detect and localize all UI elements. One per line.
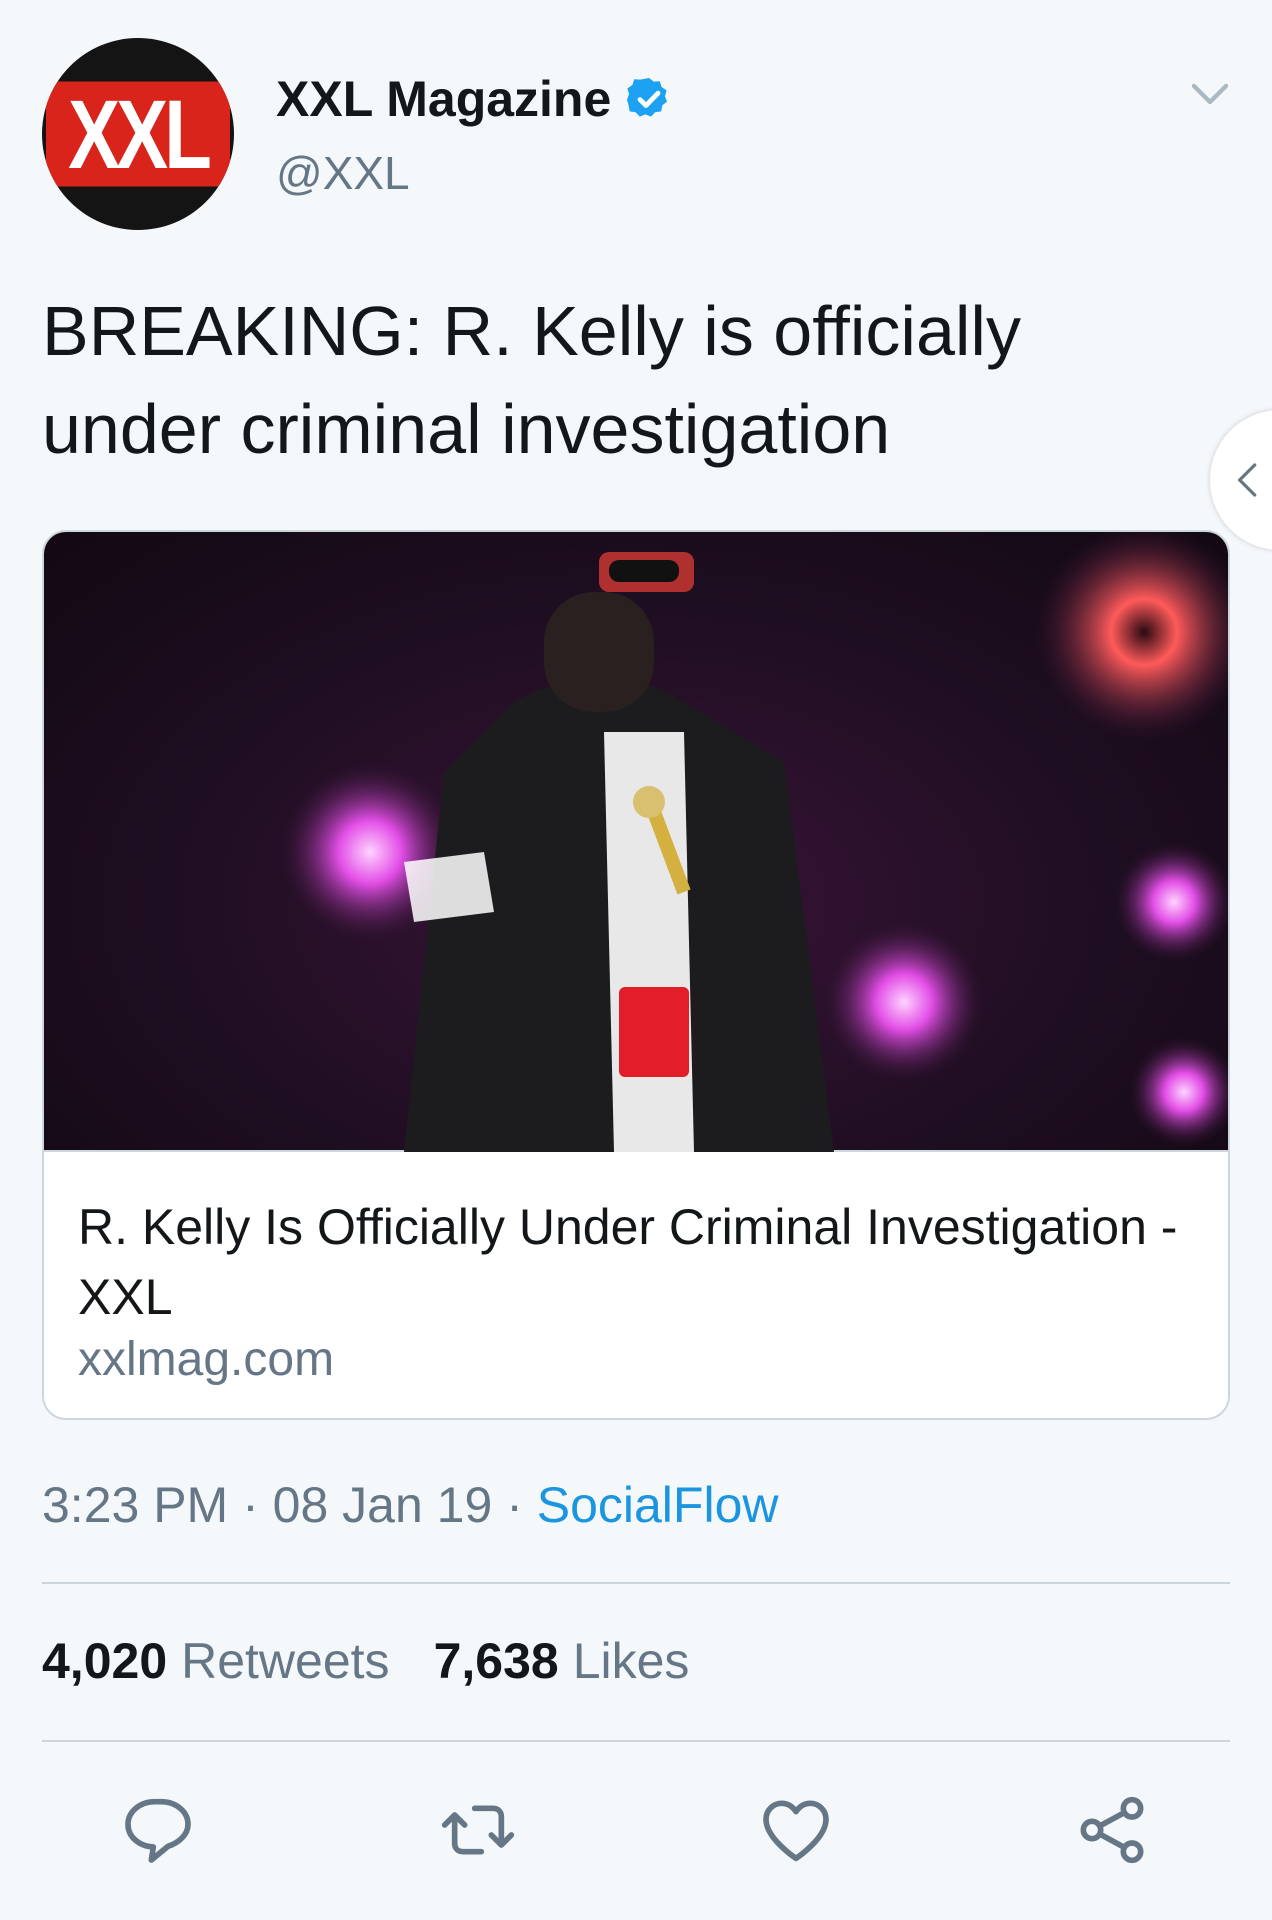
- share-icon[interactable]: [1072, 1790, 1152, 1870]
- avatar-logo: XXL: [46, 81, 230, 187]
- reply-icon[interactable]: [118, 1790, 198, 1870]
- avatar[interactable]: XXL: [42, 38, 234, 230]
- retweets-stat[interactable]: 4,020 Retweets: [42, 1632, 390, 1690]
- action-bar: [0, 1790, 1272, 1870]
- retweet-icon[interactable]: [438, 1790, 518, 1870]
- likes-label: Likes: [572, 1633, 690, 1689]
- chevron-left-icon: [1238, 463, 1257, 497]
- meta-separator: ·: [492, 1477, 537, 1533]
- card-image: [44, 532, 1228, 1152]
- divider: [42, 1582, 1230, 1584]
- display-name[interactable]: XXL Magazine: [276, 70, 673, 128]
- likes-count: 7,638: [433, 1633, 559, 1689]
- retweets-label: Retweets: [181, 1633, 390, 1689]
- card-photo-illustration: [280, 532, 1228, 1152]
- tweet-date: 08 Jan 19: [272, 1477, 493, 1533]
- tweet-meta: 3:23 PM · 08 Jan 19 · SocialFlow: [42, 1476, 778, 1534]
- tweet-source-link[interactable]: SocialFlow: [537, 1477, 779, 1533]
- likes-stat[interactable]: 7,638 Likes: [434, 1632, 690, 1690]
- link-card[interactable]: R. Kelly Is Officially Under Criminal In…: [42, 530, 1230, 1420]
- verified-badge-icon: [627, 78, 668, 117]
- meta-separator: ·: [228, 1477, 273, 1533]
- tweet-time: 3:23 PM: [42, 1477, 229, 1533]
- tweet-stats: 4,020 Retweets 7,638 Likes: [42, 1632, 689, 1690]
- display-name-text: XXL Magazine: [276, 71, 612, 127]
- card-title: R. Kelly Is Officially Under Criminal In…: [78, 1199, 1178, 1325]
- card-domain: xxlmag.com: [78, 1333, 335, 1386]
- like-icon[interactable]: [756, 1790, 836, 1870]
- user-handle[interactable]: @XXL: [276, 146, 410, 200]
- tweet-detail: XXL XXL Magazine @XXL BREAKING: R. Kelly…: [0, 0, 1272, 1920]
- retweets-count: 4,020: [42, 1633, 168, 1689]
- tweet-text: BREAKING: R. Kelly is officially under c…: [42, 292, 1021, 468]
- chevron-down-icon[interactable]: [1186, 70, 1234, 118]
- side-drawer-tab[interactable]: [1210, 410, 1272, 550]
- divider: [42, 1740, 1230, 1742]
